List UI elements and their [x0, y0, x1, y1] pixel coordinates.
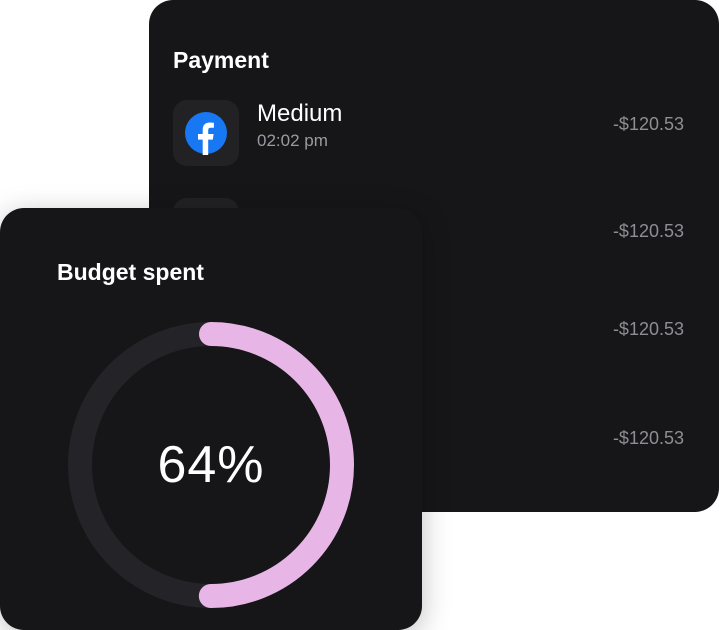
budget-percent-label: 64%: [157, 436, 265, 494]
transaction-amount: -$120.53: [612, 114, 684, 134]
transaction-name: Medium: [257, 100, 343, 127]
transaction-amount: -$120.53: [612, 221, 684, 241]
stage: Payment Medium 02:02 pm -$120.53 -$120.5…: [0, 0, 719, 630]
budget-title: Budget spent: [57, 259, 204, 285]
budget-card: Budget spent 64%: [0, 208, 422, 630]
facebook-icon: [185, 112, 227, 155]
transaction-icon-tile: [173, 100, 239, 166]
transaction-amount: -$120.53: [612, 428, 684, 448]
transaction-time: 02:02 pm: [257, 131, 328, 150]
transaction-amount: -$120.53: [612, 319, 684, 339]
payment-title: Payment: [173, 47, 269, 73]
transaction-row[interactable]: Medium 02:02 pm -$120.53: [149, 100, 719, 166]
